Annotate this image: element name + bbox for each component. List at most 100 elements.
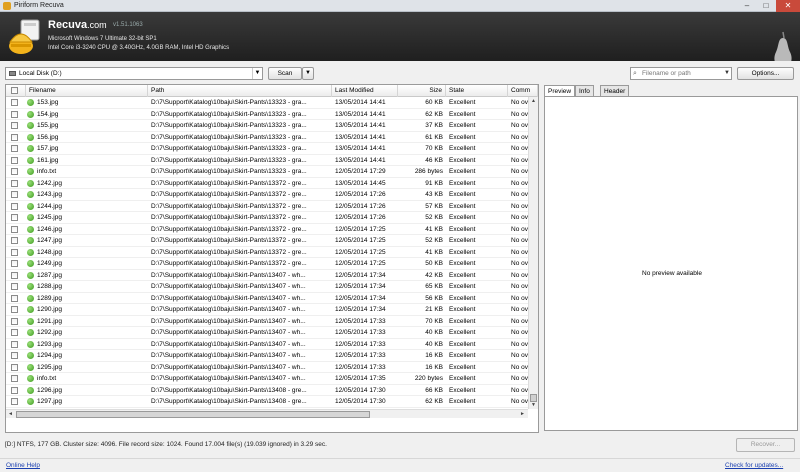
file-row[interactable]: info.txt D:\7\Support\Katalog\10baju\Skir… xyxy=(6,373,528,385)
file-row[interactable]: 1291.jpg D:\7\Support\Katalog\10baju\Skir… xyxy=(6,316,528,327)
chevron-down-icon[interactable]: ▼ xyxy=(724,68,730,79)
vertical-scrollbar[interactable]: ▲ ▼ xyxy=(528,97,538,409)
state-excellent-icon xyxy=(27,363,34,371)
file-row[interactable]: 1249.jpg D:\7\Support\Katalog\10baju\Skir… xyxy=(6,258,528,270)
options-button[interactable]: Options... xyxy=(737,67,794,80)
column-filename[interactable]: Filename xyxy=(26,85,148,97)
file-checkbox[interactable] xyxy=(11,179,18,187)
horizontal-scroll-thumb[interactable] xyxy=(16,411,370,418)
file-row[interactable]: info.txt D:\7\Support\Katalog\10baju\Skir… xyxy=(6,166,528,178)
file-checkbox[interactable] xyxy=(11,375,18,382)
file-row[interactable]: 155.jpg D:\7\Support\Katalog\10baju\Skirt… xyxy=(6,120,528,132)
file-checkbox[interactable] xyxy=(11,306,18,313)
scroll-down-icon[interactable]: ▼ xyxy=(529,401,538,409)
file-checkbox[interactable] xyxy=(11,340,18,348)
maximize-button[interactable]: □ xyxy=(757,0,775,12)
file-row[interactable]: 1290.jpg D:\7\Support\Katalog\10baju\Skir… xyxy=(6,304,528,316)
file-checkbox[interactable] xyxy=(11,386,18,394)
file-checkbox[interactable] xyxy=(11,145,18,152)
file-row[interactable]: 156.jpg D:\7\Support\Katalog\10baju\Skirt… xyxy=(6,132,528,143)
state-excellent-icon xyxy=(27,260,34,267)
file-modified: 12/05/2014 17:35 xyxy=(335,375,386,382)
column-state[interactable]: State xyxy=(446,85,508,97)
minimize-button[interactable]: – xyxy=(738,0,756,12)
file-path: D:\7\Support\Katalog\10baju\Skirt-Pants\… xyxy=(151,214,307,221)
file-path: D:\7\Support\Katalog\10baju\Skirt-Pants\… xyxy=(151,283,306,290)
title-bar[interactable]: Piriform Recuva – □ ✕ xyxy=(0,0,800,12)
file-checkbox[interactable] xyxy=(11,283,18,290)
file-name: 1247.jpg xyxy=(37,237,62,244)
file-checkbox[interactable] xyxy=(11,248,18,256)
file-row[interactable]: 161.jpg D:\7\Support\Katalog\10baju\Skirt… xyxy=(6,155,528,166)
file-row[interactable]: 1243.jpg D:\7\Support\Katalog\10baju\Skir… xyxy=(6,189,528,201)
file-size: 16 KB xyxy=(425,363,443,371)
filter-input[interactable]: ⌕ Filename or path ▼ xyxy=(630,67,732,80)
file-row[interactable]: 154.jpg D:\7\Support\Katalog\10baju\Skirt… xyxy=(6,109,528,120)
file-row[interactable]: 153.jpg D:\7\Support\Katalog\10baju\Skirt… xyxy=(6,97,528,109)
file-row[interactable]: 1247.jpg D:\7\Support\Katalog\10baju\Skir… xyxy=(6,235,528,247)
file-checkbox[interactable] xyxy=(11,156,18,164)
horizontal-scrollbar[interactable]: ◄ ► xyxy=(6,409,528,418)
file-row[interactable]: 1242.jpg D:\7\Support\Katalog\10baju\Skir… xyxy=(6,178,528,189)
file-checkbox[interactable] xyxy=(11,317,18,325)
file-row[interactable]: 1287.jpg D:\7\Support\Katalog\10baju\Skir… xyxy=(6,270,528,281)
scan-button[interactable]: Scan xyxy=(268,67,302,80)
scan-dropdown-button[interactable]: ▼ xyxy=(302,67,314,80)
file-row[interactable]: 1248.jpg D:\7\Support\Katalog\10baju\Skir… xyxy=(6,247,528,258)
file-path: D:\7\Support\Katalog\10baju\Skirt-Pants\… xyxy=(151,225,307,233)
column-comment[interactable]: Comm xyxy=(508,85,538,97)
window-title: Piriform Recuva xyxy=(14,2,64,9)
file-checkbox[interactable] xyxy=(11,225,18,233)
file-list[interactable]: Filename Path Last Modified Size State C… xyxy=(5,84,539,433)
file-path: D:\7\Support\Katalog\10baju\Skirt-Pants\… xyxy=(151,145,307,152)
file-checkbox[interactable] xyxy=(11,214,18,221)
file-comment: No ov xyxy=(511,191,528,198)
close-button[interactable]: ✕ xyxy=(776,0,800,12)
file-row[interactable]: 1292.jpg D:\7\Support\Katalog\10baju\Skir… xyxy=(6,327,528,339)
check-updates-link[interactable]: Check for updates... xyxy=(725,462,783,469)
file-checkbox[interactable] xyxy=(11,202,18,210)
file-checkbox[interactable] xyxy=(11,133,18,141)
column-size[interactable]: Size xyxy=(398,85,446,97)
file-checkbox[interactable] xyxy=(11,260,18,267)
file-row[interactable]: 1244.jpg D:\7\Support\Katalog\10baju\Skir… xyxy=(6,201,528,212)
state-excellent-icon xyxy=(27,237,34,244)
file-comment: No ov xyxy=(511,363,528,371)
file-row[interactable]: 1294.jpg D:\7\Support\Katalog\10baju\Skir… xyxy=(6,350,528,362)
file-modified: 12/05/2014 17:25 xyxy=(335,225,386,233)
file-checkbox[interactable] xyxy=(11,363,18,371)
file-comment: No ov xyxy=(511,237,528,244)
file-row[interactable]: 1297.jpg D:\7\Support\Katalog\10baju\Skir… xyxy=(6,396,528,408)
scroll-right-icon[interactable]: ► xyxy=(518,410,527,418)
chevron-down-icon[interactable]: ▼ xyxy=(252,68,262,79)
file-row[interactable]: 1295.jpg D:\7\Support\Katalog\10baju\Skir… xyxy=(6,362,528,373)
recover-button[interactable]: Recover... xyxy=(736,438,795,452)
file-checkbox[interactable] xyxy=(11,329,18,336)
file-row[interactable]: 1289.jpg D:\7\Support\Katalog\10baju\Skir… xyxy=(6,293,528,304)
scroll-left-icon[interactable]: ◄ xyxy=(6,410,15,418)
file-checkbox[interactable] xyxy=(11,99,18,106)
file-checkbox[interactable] xyxy=(11,191,18,198)
file-checkbox[interactable] xyxy=(11,110,18,118)
file-row[interactable]: 1245.jpg D:\7\Support\Katalog\10baju\Skir… xyxy=(6,212,528,224)
scroll-up-icon[interactable]: ▲ xyxy=(529,97,538,105)
drive-select[interactable]: Local Disk (D:) ▼ xyxy=(5,67,263,80)
select-all-cell[interactable] xyxy=(6,85,26,97)
file-checkbox[interactable] xyxy=(11,271,18,279)
file-name: 1290.jpg xyxy=(37,306,62,313)
file-checkbox[interactable] xyxy=(11,398,18,405)
file-checkbox[interactable] xyxy=(11,237,18,244)
select-all-checkbox[interactable] xyxy=(11,87,18,94)
file-row[interactable]: 157.jpg D:\7\Support\Katalog\10baju\Skirt… xyxy=(6,143,528,155)
file-row[interactable]: 1296.jpg D:\7\Support\Katalog\10baju\Skir… xyxy=(6,385,528,396)
file-row[interactable]: 1288.jpg D:\7\Support\Katalog\10baju\Skir… xyxy=(6,281,528,293)
file-checkbox[interactable] xyxy=(11,294,18,302)
file-checkbox[interactable] xyxy=(11,122,18,129)
file-checkbox[interactable] xyxy=(11,168,18,175)
column-last-modified[interactable]: Last Modified xyxy=(332,85,398,97)
file-row[interactable]: 1293.jpg D:\7\Support\Katalog\10baju\Skir… xyxy=(6,339,528,350)
file-checkbox[interactable] xyxy=(11,352,18,359)
file-row[interactable]: 1246.jpg D:\7\Support\Katalog\10baju\Skir… xyxy=(6,224,528,235)
column-path[interactable]: Path xyxy=(148,85,332,97)
online-help-link[interactable]: Online Help xyxy=(6,462,40,469)
